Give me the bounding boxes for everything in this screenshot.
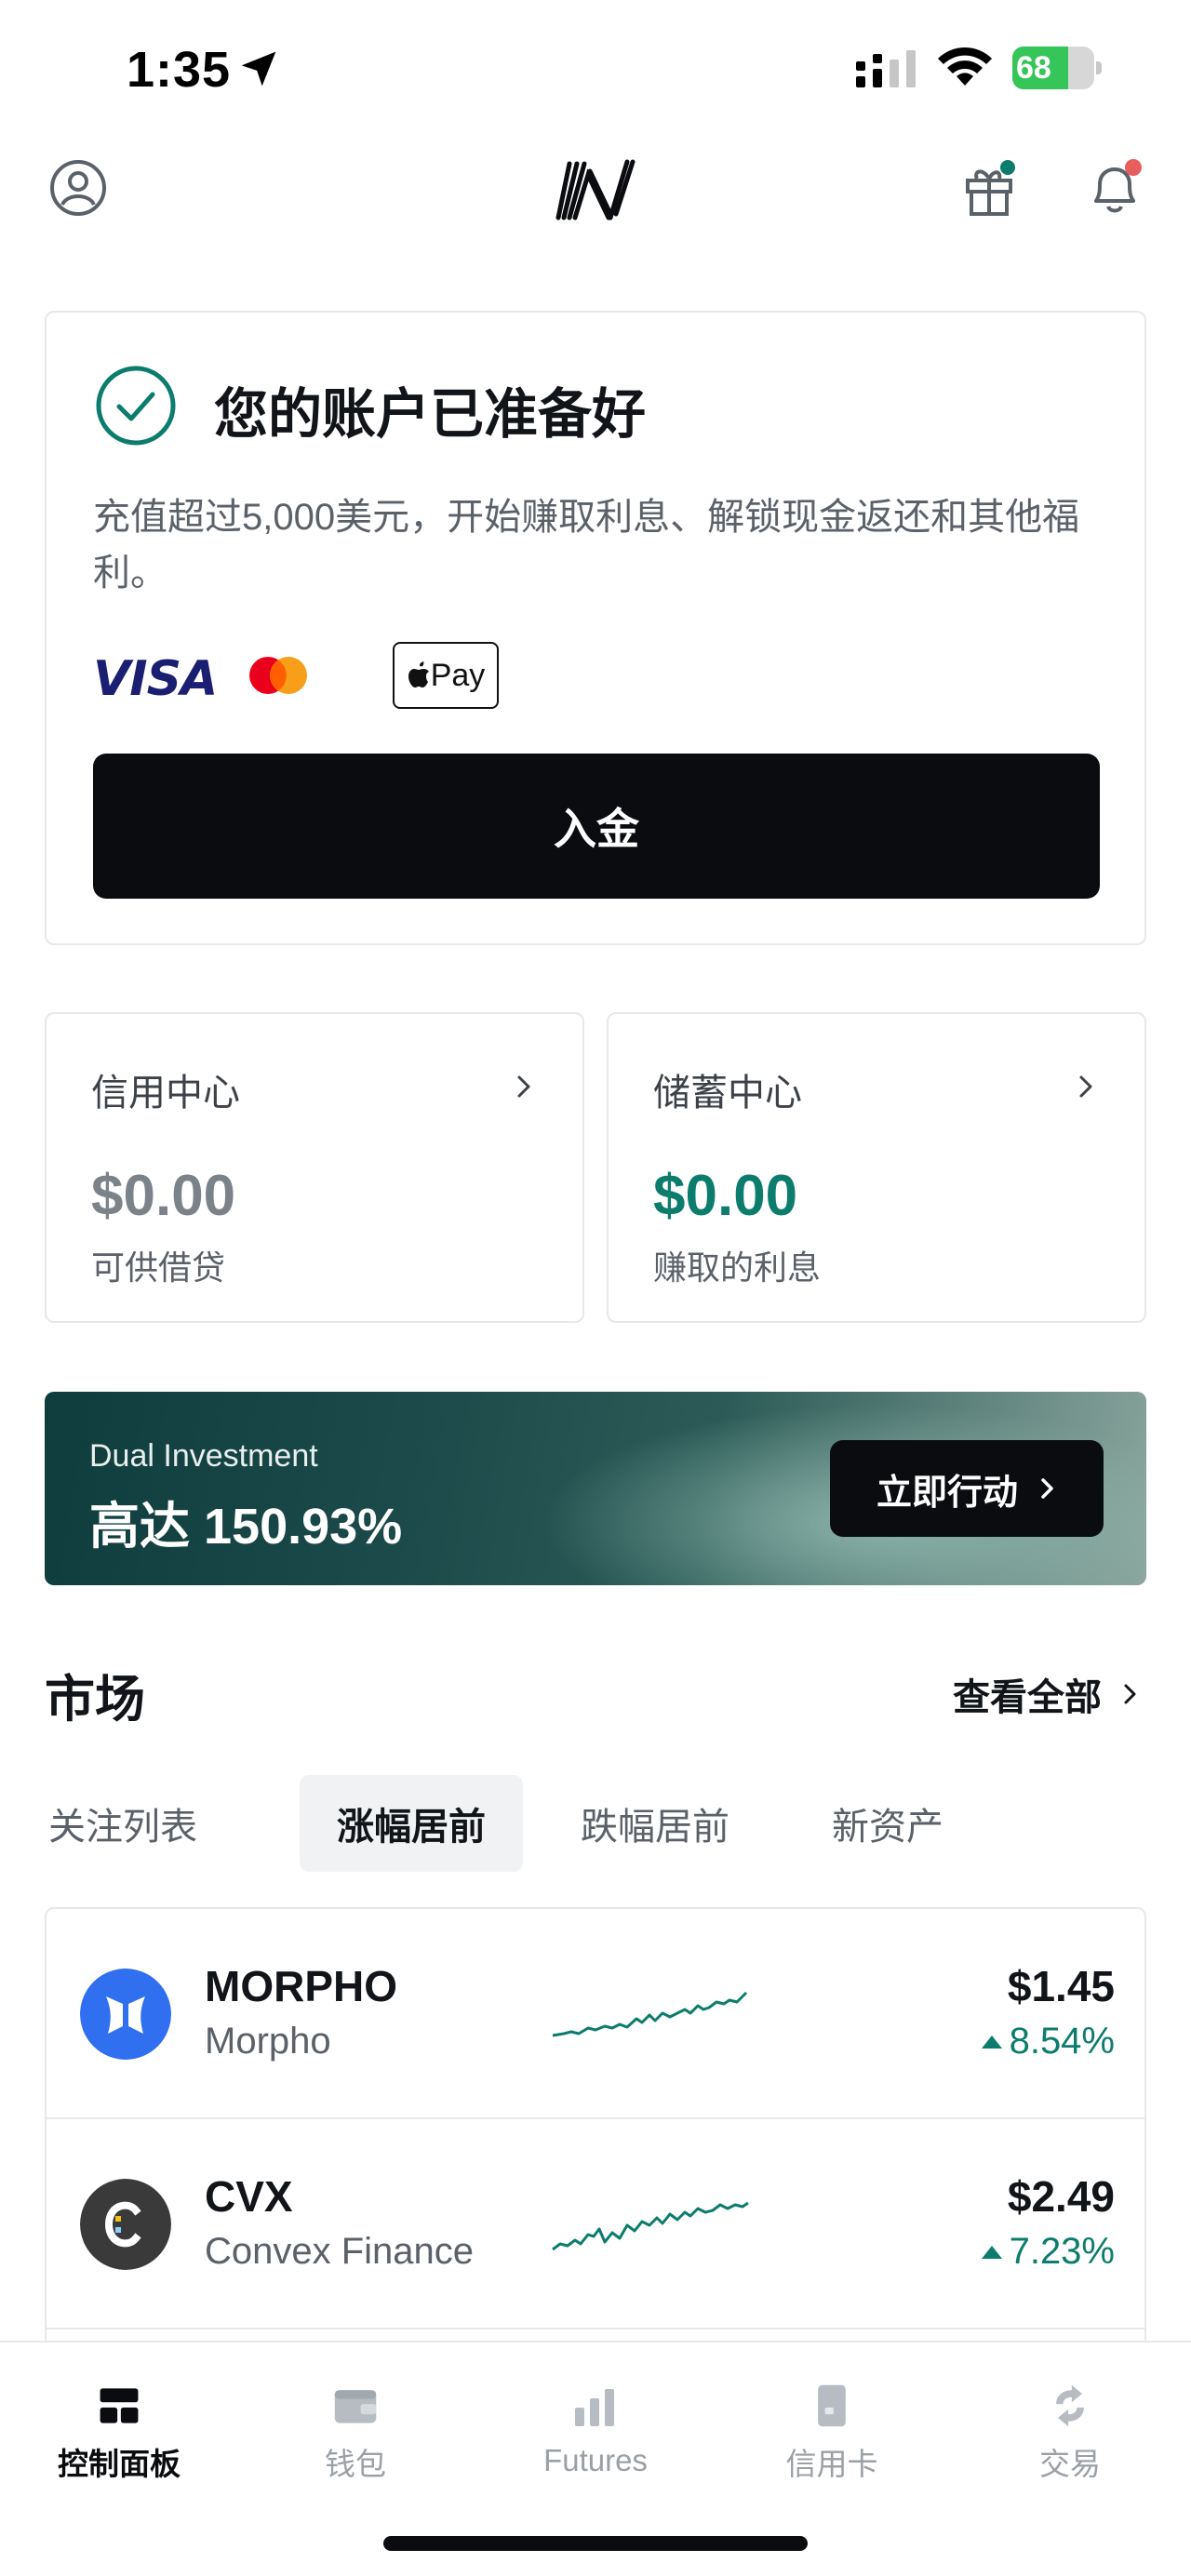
futures-icon: [575, 2389, 614, 2426]
dual-investment-banner[interactable]: Dual Investment 高达 150.93% 立即行动: [45, 1392, 1146, 1585]
credit-available-amount: $0.00: [91, 1164, 236, 1228]
promo-subtitle: Dual Investment: [89, 1438, 318, 1474]
market-row-morpho[interactable]: MORPHO Morpho $1.45 8.54%: [47, 1909, 1144, 2119]
coin-price: $2.49: [1007, 2172, 1115, 2221]
price-sparkline: [552, 1991, 748, 2037]
cellular-signal-icon: [856, 50, 916, 87]
tabbar-dashboard[interactable]: 控制面板: [17, 2382, 221, 2484]
app-header: [0, 140, 1191, 251]
coin-change-value: 7.23%: [1009, 2231, 1115, 2272]
market-row-cvx[interactable]: CVX Convex Finance $2.49 7.23%: [47, 2119, 1144, 2329]
morpho-icon: [80, 1969, 171, 2060]
tabbar-label: 控制面板: [58, 2447, 181, 2481]
savings-center-card[interactable]: 储蓄中心 $0.00 赚取的利息: [607, 1012, 1146, 1323]
tabbar-wallet[interactable]: 钱包: [253, 2382, 458, 2484]
coin-change: 8.54%: [980, 2021, 1115, 2062]
location-arrow-icon: [241, 51, 276, 87]
visa-logo: VISA: [93, 651, 218, 707]
profile-icon[interactable]: [48, 158, 108, 218]
mastercard-logo: [249, 657, 307, 694]
interest-earned-label: 赚取的利息: [653, 1248, 822, 1287]
credit-available-label: 可供借贷: [91, 1248, 226, 1287]
credit-card-icon: [818, 2384, 846, 2427]
home-indicator[interactable]: [383, 2536, 808, 2551]
interest-earned-amount: $0.00: [653, 1164, 798, 1228]
act-now-button[interactable]: 立即行动: [830, 1440, 1104, 1537]
tab-top-gainers[interactable]: 涨幅居前: [300, 1775, 523, 1872]
chevron-right-icon: [1041, 1478, 1053, 1499]
status-time: 1:35: [127, 42, 232, 98]
tabbar-credit-card[interactable]: 信用卡: [729, 2382, 934, 2484]
tab-watchlist[interactable]: 关注列表: [45, 1775, 201, 1872]
payment-methods: VISA Pay: [93, 642, 651, 713]
price-sparkline: [552, 2201, 749, 2251]
triangle-up-icon: [981, 2035, 1002, 2049]
deposit-button[interactable]: 入金: [93, 754, 1100, 899]
coin-symbol: CVX: [205, 2172, 293, 2221]
credit-center-title: 信用中心: [91, 1073, 240, 1114]
tab-top-losers[interactable]: 跌幅居前: [566, 1775, 744, 1872]
battery-indicator: 68: [1012, 47, 1102, 89]
coin-name: Morpho: [205, 2021, 331, 2062]
tabbar-label: 钱包: [325, 2447, 386, 2481]
market-title: 市场: [45, 1672, 145, 1728]
account-ready-title: 您的账户已准备好: [214, 384, 647, 445]
chevron-right-icon: [517, 1075, 530, 1098]
chevron-right-icon: [1124, 1684, 1136, 1704]
gift-icon[interactable]: [962, 158, 1020, 218]
triangle-up-icon: [981, 2245, 1002, 2259]
tabbar-label: 交易: [1039, 2447, 1101, 2481]
tabbar-label: Futures: [543, 2443, 648, 2477]
cvx-icon: [80, 2179, 171, 2270]
promo-title: 高达 150.93%: [89, 1499, 403, 1555]
status-bar: 1:35 68: [0, 0, 1191, 140]
tabbar-label: 信用卡: [785, 2447, 878, 2481]
apple-icon: [408, 661, 429, 687]
account-ready-description: 充值超过5,000美元，开始赚取利息、解锁现金返还和其他福利。: [93, 497, 1080, 594]
act-now-label: 立即行动: [876, 1473, 1018, 1513]
apple-pay-text: Pay: [430, 657, 486, 693]
apple-pay-logo: Pay: [393, 642, 499, 709]
wifi-icon: [938, 47, 992, 86]
app-logo: [555, 159, 636, 220]
tabbar-trade[interactable]: 交易: [968, 2382, 1172, 2484]
check-circle-icon: [96, 366, 176, 446]
coin-symbol: MORPHO: [205, 1962, 397, 2010]
credit-center-card[interactable]: 信用中心 $0.00 可供借贷: [45, 1012, 584, 1323]
wallet-icon: [334, 2390, 377, 2423]
coin-price: $1.45: [1007, 1962, 1115, 2010]
coin-change: 7.23%: [980, 2231, 1115, 2273]
account-ready-card: 您的账户已准备好 充值超过5,000美元，开始赚取利息、解锁现金返还和其他福利。…: [45, 311, 1146, 945]
market-tabs: 关注列表 涨幅居前 跌幅居前 新资产: [45, 1775, 1146, 1872]
chevron-right-icon: [1079, 1075, 1092, 1098]
view-all-link[interactable]: 查看全部: [953, 1667, 1139, 1721]
coin-name: Convex Finance: [205, 2231, 475, 2272]
market-header: 市场 查看全部: [45, 1652, 1146, 1728]
savings-center-title: 储蓄中心: [653, 1073, 802, 1114]
dashboard-icon: [100, 2388, 139, 2423]
tabbar-futures[interactable]: Futures: [493, 2382, 698, 2484]
view-all-label: 查看全部: [953, 1677, 1102, 1718]
tab-new-assets[interactable]: 新资产: [817, 1775, 958, 1872]
trade-icon: [1056, 2384, 1084, 2427]
bell-icon[interactable]: [1085, 158, 1144, 220]
coin-change-value: 8.54%: [1009, 2021, 1115, 2062]
battery-percent: 68: [1016, 50, 1051, 86]
